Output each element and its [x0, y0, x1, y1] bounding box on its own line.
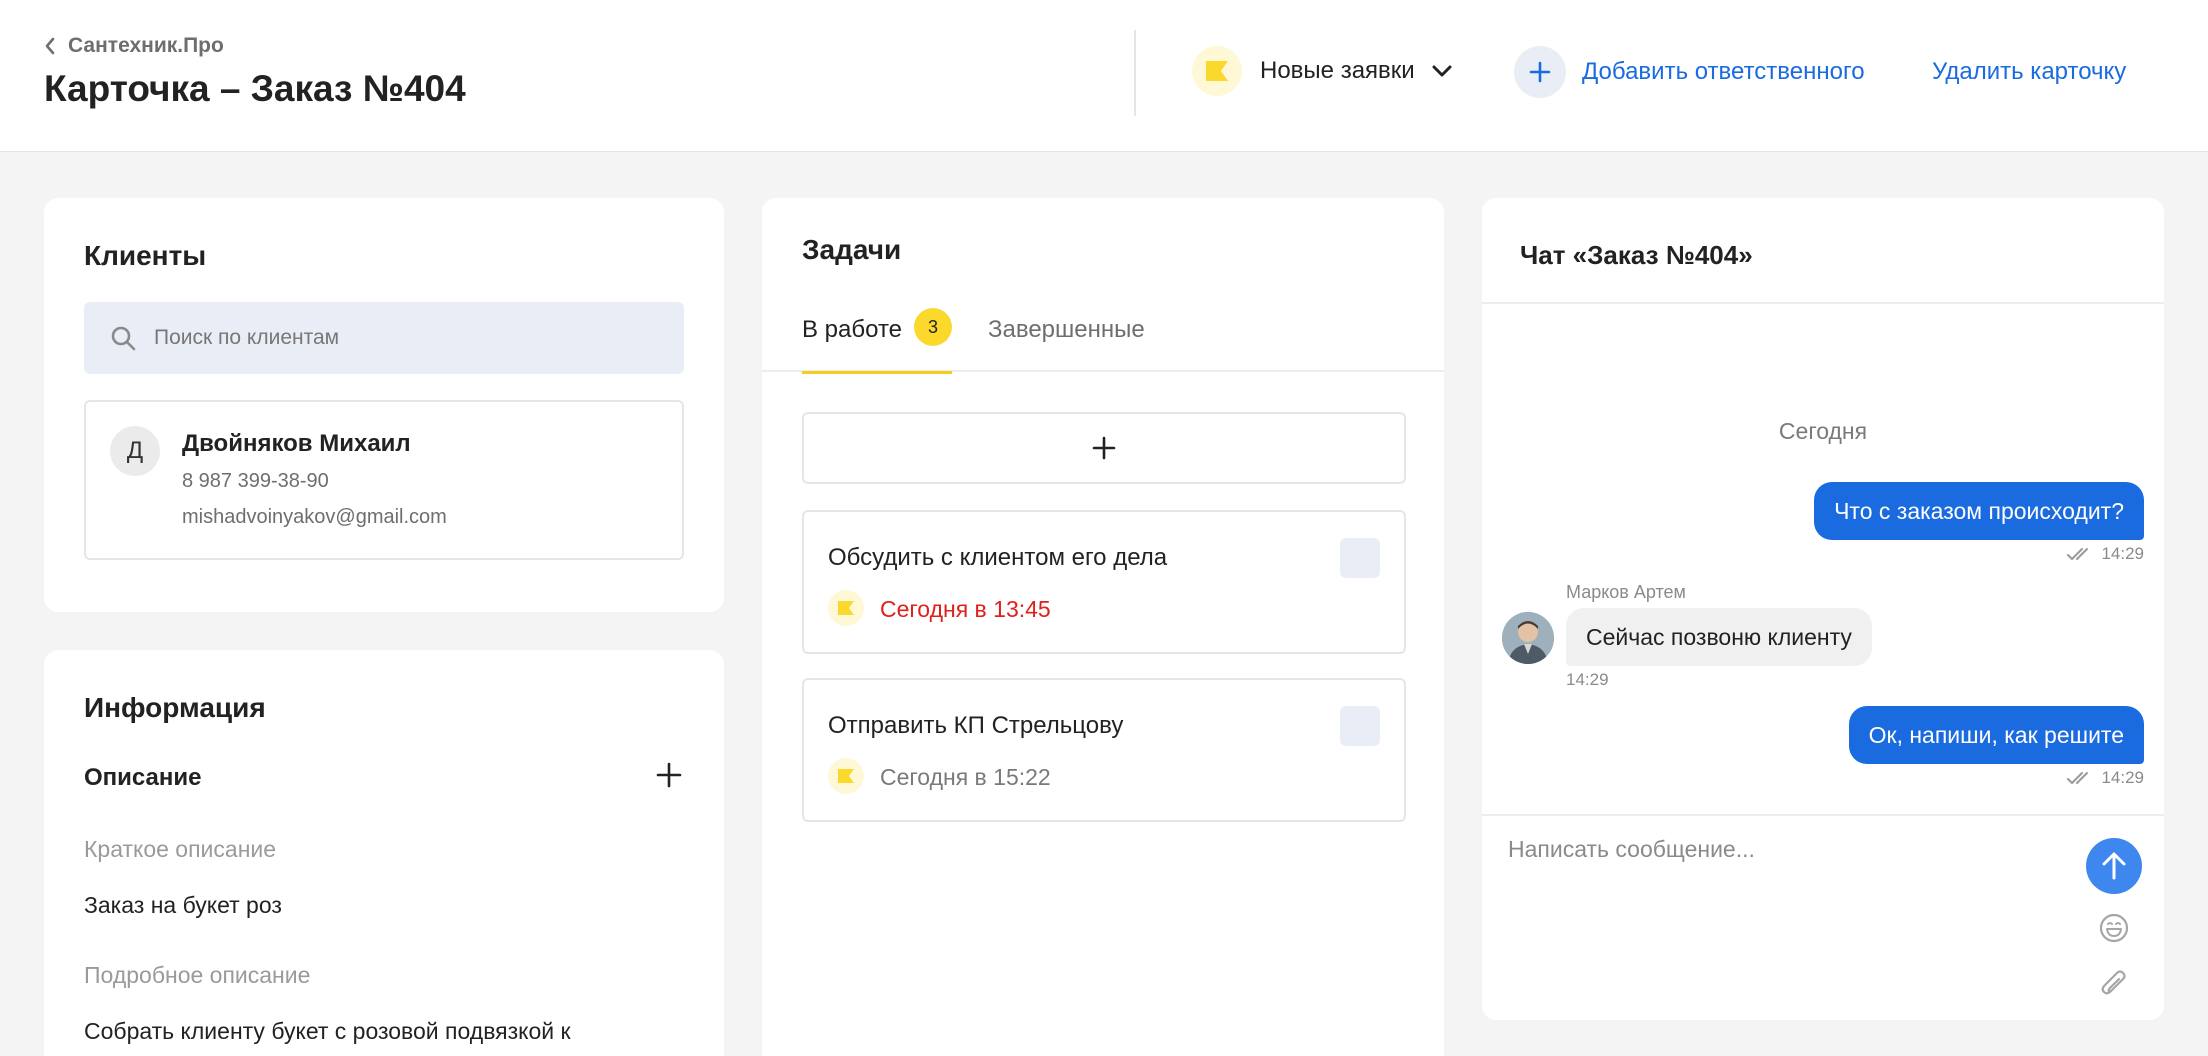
message-time: 14:29	[2067, 544, 2144, 564]
task-checkbox[interactable]	[1340, 706, 1380, 746]
attach-icon[interactable]	[2098, 966, 2130, 1000]
double-check-icon	[2067, 548, 2089, 560]
clients-title: Клиенты	[84, 240, 207, 271]
task-due-date: Сегодня в 13:45	[880, 596, 1051, 622]
message-sender: Марков Артем	[1566, 582, 1686, 602]
breadcrumb[interactable]: Сантехник.Про	[44, 34, 224, 58]
page-title: Карточка – Заказ №404	[44, 68, 466, 109]
info-title: Информация	[84, 692, 266, 723]
arrow-up-icon	[2102, 852, 2126, 880]
add-description-icon[interactable]	[656, 762, 682, 788]
client-card[interactable]: Д Двойняков Михаил 8 987 399-38-90 misha…	[84, 400, 684, 560]
clients-panel: Клиенты Д Двойняков Михаил 8 987 399-38-…	[44, 198, 724, 612]
task-title: Отправить КП Стрельцову	[828, 712, 1124, 739]
chat-header: Чат «Заказ №404»	[1482, 198, 2164, 304]
description-heading: Описание	[84, 764, 202, 791]
info-panel: Информация Описание Краткое описание Зак…	[44, 650, 724, 1056]
message-composer	[1482, 814, 2164, 1020]
chat-panel: Чат «Заказ №404» Сегодня Что с заказом п…	[1482, 198, 2164, 1020]
client-search-input[interactable]	[154, 326, 674, 350]
plus-icon	[1092, 436, 1116, 460]
emoji-icon[interactable]	[2098, 912, 2130, 944]
avatar	[1502, 612, 1554, 664]
status-label: Новые заявки	[1260, 57, 1415, 84]
message-incoming: Сейчас позвоню клиенту	[1566, 608, 1872, 666]
breadcrumb-label: Сантехник.Про	[68, 34, 224, 57]
plus-icon	[1514, 46, 1566, 98]
message-time: 14:29	[2067, 768, 2144, 788]
tab-completed[interactable]: Завершенные	[988, 308, 1145, 372]
client-phone: 8 987 399-38-90	[182, 470, 329, 492]
send-button[interactable]	[2086, 838, 2142, 894]
short-description-value: Заказ на букет роз	[84, 892, 282, 918]
search-icon	[111, 326, 136, 351]
client-email: mishadvoinyakov@gmail.com	[182, 506, 447, 528]
chat-title: Чат «Заказ №404»	[1520, 240, 1753, 270]
add-responsible-button[interactable]: Добавить ответственного	[1514, 46, 1865, 98]
client-search[interactable]	[84, 302, 684, 374]
chevron-left-icon	[45, 37, 55, 55]
tasks-panel: Задачи В работе 3 Завершенные Обсудить с…	[762, 198, 1444, 1056]
chevron-down-icon	[1432, 65, 1452, 77]
add-task-button[interactable]	[802, 412, 1406, 484]
double-check-icon	[2067, 772, 2089, 784]
add-responsible-label: Добавить ответственного	[1582, 58, 1865, 85]
header: Сантехник.Про Карточка – Заказ №404 Новы…	[0, 0, 2208, 152]
task-checkbox[interactable]	[1340, 538, 1380, 578]
message-time-label: 14:29	[2101, 768, 2144, 787]
task-due-date: Сегодня в 15:22	[880, 764, 1051, 790]
status-dropdown[interactable]: Новые заявки	[1192, 46, 1453, 96]
tasks-title: Задачи	[802, 234, 902, 265]
task-tabs: В работе 3 Завершенные	[762, 308, 1444, 374]
flag-icon	[1192, 46, 1242, 96]
task-card[interactable]: Отправить КП Стрельцову Сегодня в 15:22	[802, 678, 1406, 822]
message-outgoing: Ок, напиши, как решите	[1848, 706, 2144, 764]
date-divider: Сегодня	[1778, 418, 1868, 444]
delete-card-button[interactable]: Удалить карточку	[1932, 58, 2126, 86]
message-time-label: 14:29	[2101, 544, 2144, 563]
count-badge: 3	[914, 308, 953, 346]
long-description-value: Собрать клиенту букет с розовой подвязко…	[84, 1018, 571, 1044]
tab-in-progress[interactable]: В работе 3	[802, 308, 953, 374]
task-card[interactable]: Обсудить с клиентом его дела Сегодня в 1…	[802, 510, 1406, 654]
flag-icon	[828, 758, 864, 794]
header-divider	[1134, 30, 1136, 116]
task-title: Обсудить с клиентом его дела	[828, 544, 1168, 571]
client-name: Двойняков Михаил	[182, 430, 411, 457]
message-outgoing: Что с заказом происходит?	[1814, 482, 2144, 540]
message-time: 14:29	[1566, 670, 1609, 689]
message-input[interactable]	[1508, 836, 2048, 896]
flag-icon	[828, 590, 864, 626]
short-description-label: Краткое описание	[84, 836, 277, 862]
avatar: Д	[110, 426, 160, 476]
tab-in-progress-label: В работе	[802, 316, 903, 343]
long-description-label: Подробное описание	[84, 962, 311, 988]
